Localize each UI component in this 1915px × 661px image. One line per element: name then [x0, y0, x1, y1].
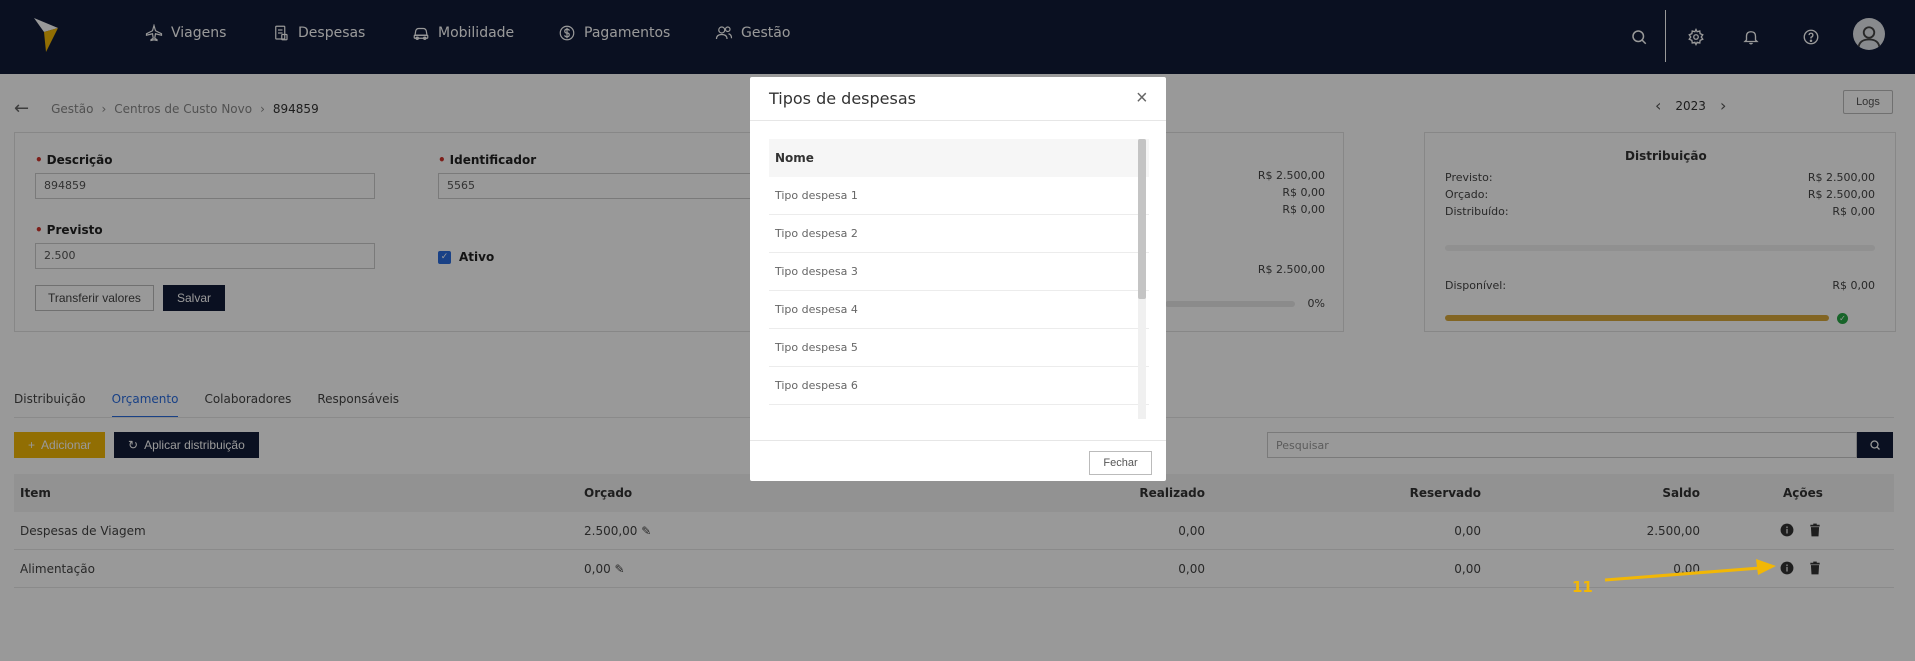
list-item[interactable]: Tipo despesa 2: [769, 215, 1149, 253]
scrollbar-thumb[interactable]: [1138, 139, 1146, 299]
list-item[interactable]: Tipo despesa 4: [769, 291, 1149, 329]
modal-table-header: Nome: [769, 139, 1149, 177]
annotation-label: 11: [1572, 578, 1593, 596]
modal-title: Tipos de despesas: [769, 89, 916, 108]
fechar-button[interactable]: Fechar: [1089, 451, 1152, 475]
modal-footer: Fechar: [750, 440, 1166, 481]
expense-types-modal: Tipos de despesas × Nome Tipo despesa 1 …: [750, 77, 1166, 481]
modal-header: Tipos de despesas ×: [750, 77, 1166, 121]
list-item[interactable]: Tipo despesa 1: [769, 177, 1149, 215]
modal-body: Nome Tipo despesa 1 Tipo despesa 2 Tipo …: [769, 139, 1149, 419]
list-item[interactable]: Tipo despesa 3: [769, 253, 1149, 291]
close-icon[interactable]: ×: [1136, 87, 1148, 110]
list-item[interactable]: Tipo despesa 5: [769, 329, 1149, 367]
list-item[interactable]: Tipo despesa 6: [769, 367, 1149, 405]
